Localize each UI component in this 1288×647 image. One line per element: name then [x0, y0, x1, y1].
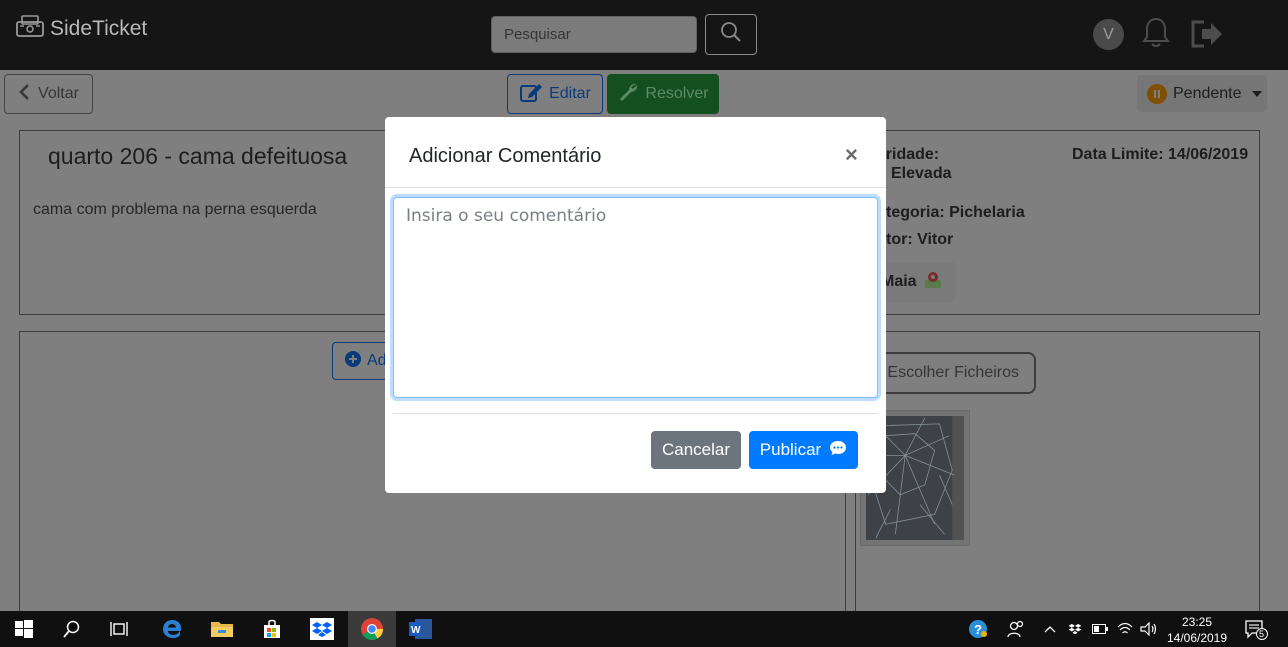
- notifications-bell-icon[interactable]: [1141, 16, 1171, 55]
- dropbox-icon[interactable]: [298, 611, 346, 647]
- notification-count: 5: [1259, 629, 1265, 639]
- edit-icon: [519, 81, 543, 108]
- map-pin-icon: [923, 270, 943, 295]
- clock-time: 23:25: [1181, 615, 1213, 629]
- add-comment-modal: Adicionar Comentário × Cancelar Publicar: [385, 117, 886, 493]
- svg-text:W: W: [411, 625, 421, 636]
- caret-down-icon: [1251, 90, 1262, 97]
- battery-icon: [1090, 611, 1110, 647]
- action-center-icon[interactable]: 5: [1240, 611, 1272, 647]
- word-icon[interactable]: W: [397, 611, 445, 647]
- close-icon[interactable]: ×: [845, 144, 858, 166]
- modal-footer-divider: [393, 413, 878, 414]
- modal-header: Adicionar Comentário ×: [385, 117, 886, 188]
- edge-browser-icon[interactable]: [148, 611, 196, 647]
- clock-date: 14/06/2019: [1166, 631, 1228, 645]
- location-label: Maia: [881, 273, 917, 290]
- top-navbar: SideTicket V: [0, 0, 1288, 70]
- chrome-icon[interactable]: [348, 611, 396, 647]
- wrench-icon: [617, 81, 639, 108]
- add-comment-label: Ad: [367, 352, 387, 369]
- back-button[interactable]: Voltar: [4, 74, 93, 114]
- search-taskbar-icon[interactable]: [48, 611, 96, 647]
- ticket-description: cama com problema na perna esquerda: [33, 201, 317, 218]
- priority-value: Elevada: [891, 165, 952, 182]
- comment-textarea[interactable]: [393, 197, 878, 398]
- logout-icon[interactable]: [1190, 19, 1224, 54]
- modal-title: Adicionar Comentário: [409, 145, 602, 167]
- due-date: Data Limite: 14/06/2019: [1072, 146, 1249, 163]
- file-explorer-icon[interactable]: [198, 611, 246, 647]
- status-dropdown[interactable]: Pendente: [1137, 75, 1267, 112]
- edit-button[interactable]: Editar: [507, 74, 603, 114]
- help-icon[interactable]: ?: [966, 611, 990, 647]
- volume-icon[interactable]: [1138, 611, 1160, 647]
- plus-circle-icon: [345, 350, 361, 372]
- task-view-icon[interactable]: [96, 611, 144, 647]
- store-icon[interactable]: [248, 611, 296, 647]
- chevron-left-icon: [18, 83, 30, 106]
- dropbox-tray-icon[interactable]: [1064, 611, 1086, 647]
- search-icon: [720, 21, 742, 48]
- category: tegoria: Pichelaria: [886, 204, 1025, 221]
- windows-start-icon[interactable]: [0, 611, 48, 647]
- resolve-button[interactable]: Resolver: [607, 74, 719, 114]
- svg-text:?: ?: [974, 622, 982, 637]
- comment-bubble-icon: [829, 440, 847, 461]
- publish-label: Publicar: [759, 440, 822, 459]
- resolve-label: Resolver: [645, 85, 709, 102]
- search-input[interactable]: [491, 16, 697, 53]
- attachments-card: Escolher Ficheiros: [855, 331, 1260, 621]
- people-icon[interactable]: [1004, 611, 1028, 647]
- ticket-info-card: oridade: Elevada Data Limite: 14/06/2019…: [855, 130, 1260, 315]
- edit-label: Editar: [549, 85, 591, 102]
- back-label: Voltar: [38, 85, 79, 102]
- cancel-button[interactable]: Cancelar: [651, 431, 741, 469]
- ticket-logo-icon: [14, 12, 46, 45]
- ticket-title: quarto 206 - cama defeituosa: [48, 143, 348, 169]
- wifi-icon[interactable]: [1114, 611, 1136, 647]
- pause-icon: [1147, 83, 1167, 104]
- search-button[interactable]: [705, 14, 757, 55]
- user-avatar[interactable]: V: [1093, 19, 1124, 50]
- publish-button[interactable]: Publicar: [749, 431, 858, 469]
- author: tor: Vitor: [886, 231, 954, 248]
- brand[interactable]: SideTicket: [14, 12, 147, 45]
- taskbar-clock[interactable]: 23:25 14/06/2019: [1162, 614, 1232, 646]
- brand-name: SideTicket: [50, 16, 148, 40]
- windows-taskbar: W ? 23:25 14/06/2019 5: [0, 611, 1288, 647]
- chevron-up-icon[interactable]: [1040, 611, 1060, 647]
- status-label: Pendente: [1173, 84, 1242, 102]
- choose-files-button[interactable]: Escolher Ficheiros: [876, 352, 1036, 394]
